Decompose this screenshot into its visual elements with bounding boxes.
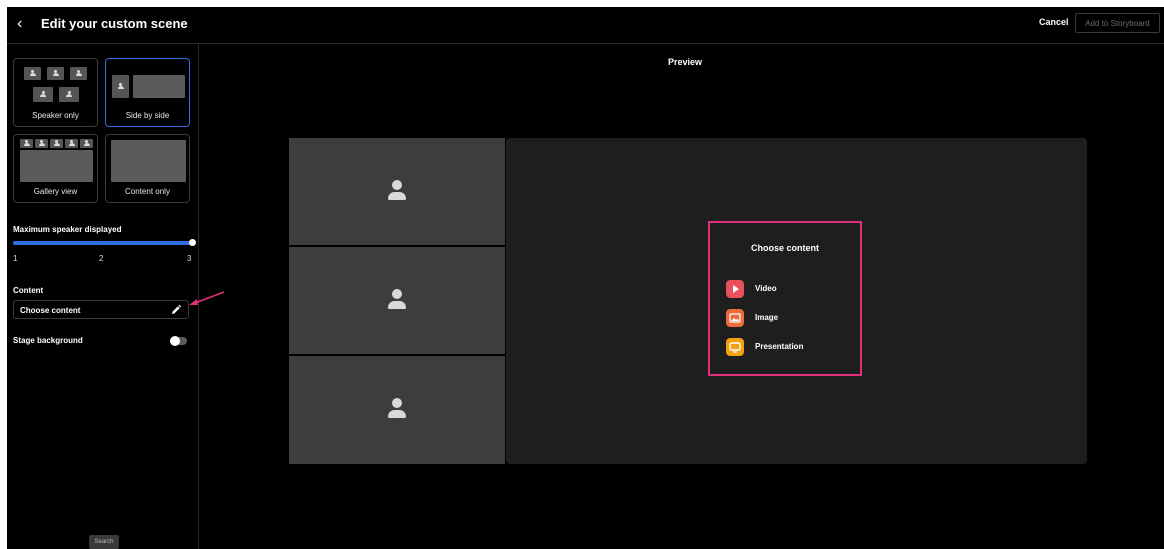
speaker-tile xyxy=(289,356,505,464)
layout-card-side-by-side[interactable]: Side by side xyxy=(105,58,190,127)
layout-label: Content only xyxy=(125,187,170,196)
choose-content-panel: Choose content Video Image Presentation xyxy=(708,221,862,376)
stage-background-toggle[interactable] xyxy=(170,336,187,346)
slider-handle[interactable] xyxy=(189,239,196,246)
layout-card-speaker-only[interactable]: Speaker only xyxy=(13,58,98,127)
pencil-icon[interactable] xyxy=(170,304,182,316)
scene-editor-window: ‹ Edit your custom scene Cancel Add to S… xyxy=(7,7,1164,549)
person-icon xyxy=(388,288,406,309)
video-play-icon xyxy=(726,280,744,298)
layout-label: Speaker only xyxy=(32,111,79,120)
speaker-tile xyxy=(289,247,505,354)
back-chevron-icon[interactable]: ‹ xyxy=(17,15,33,33)
layout-card-gallery-view[interactable]: Gallery view xyxy=(13,134,98,203)
content-option-label: Image xyxy=(755,313,779,322)
layout-label: Side by side xyxy=(125,111,170,120)
choose-content-value: Choose content xyxy=(20,306,81,315)
slider-tick-2: 2 xyxy=(99,254,104,263)
choose-content-field[interactable]: Choose content xyxy=(13,300,189,319)
person-icon xyxy=(388,179,406,200)
header-bar: ‹ Edit your custom scene Cancel Add to S… xyxy=(7,7,1164,44)
choose-content-title: Choose content xyxy=(750,243,819,253)
content-option-label: Video xyxy=(755,284,777,293)
layout-label: Gallery view xyxy=(33,187,78,196)
add-to-storyboard-button[interactable]: Add to Storyboard xyxy=(1075,13,1160,33)
person-icon xyxy=(388,398,406,418)
cancel-button[interactable]: Cancel xyxy=(1039,17,1069,27)
annotation-arrow-icon xyxy=(189,291,225,305)
max-speaker-slider[interactable] xyxy=(13,239,196,246)
slider-tick-3: 3 xyxy=(187,254,192,263)
search-button[interactable]: Search xyxy=(89,535,119,549)
content-section-label: Content xyxy=(13,286,44,295)
presentation-icon xyxy=(726,338,744,356)
layout-card-content-only[interactable]: Content only xyxy=(105,134,190,203)
preview-title: Preview xyxy=(668,57,703,67)
max-speaker-label: Maximum speaker displayed xyxy=(13,225,122,234)
content-option-label: Presentation xyxy=(755,342,804,351)
page-title: Edit your custom scene xyxy=(41,16,188,31)
speaker-tile xyxy=(289,138,505,245)
settings-sidebar: Speaker only Side by side Gallery view C… xyxy=(7,44,199,549)
image-icon xyxy=(726,309,744,327)
slider-tick-1: 1 xyxy=(13,254,18,263)
toggle-knob xyxy=(170,336,180,346)
stage-background-label: Stage background xyxy=(13,336,83,345)
